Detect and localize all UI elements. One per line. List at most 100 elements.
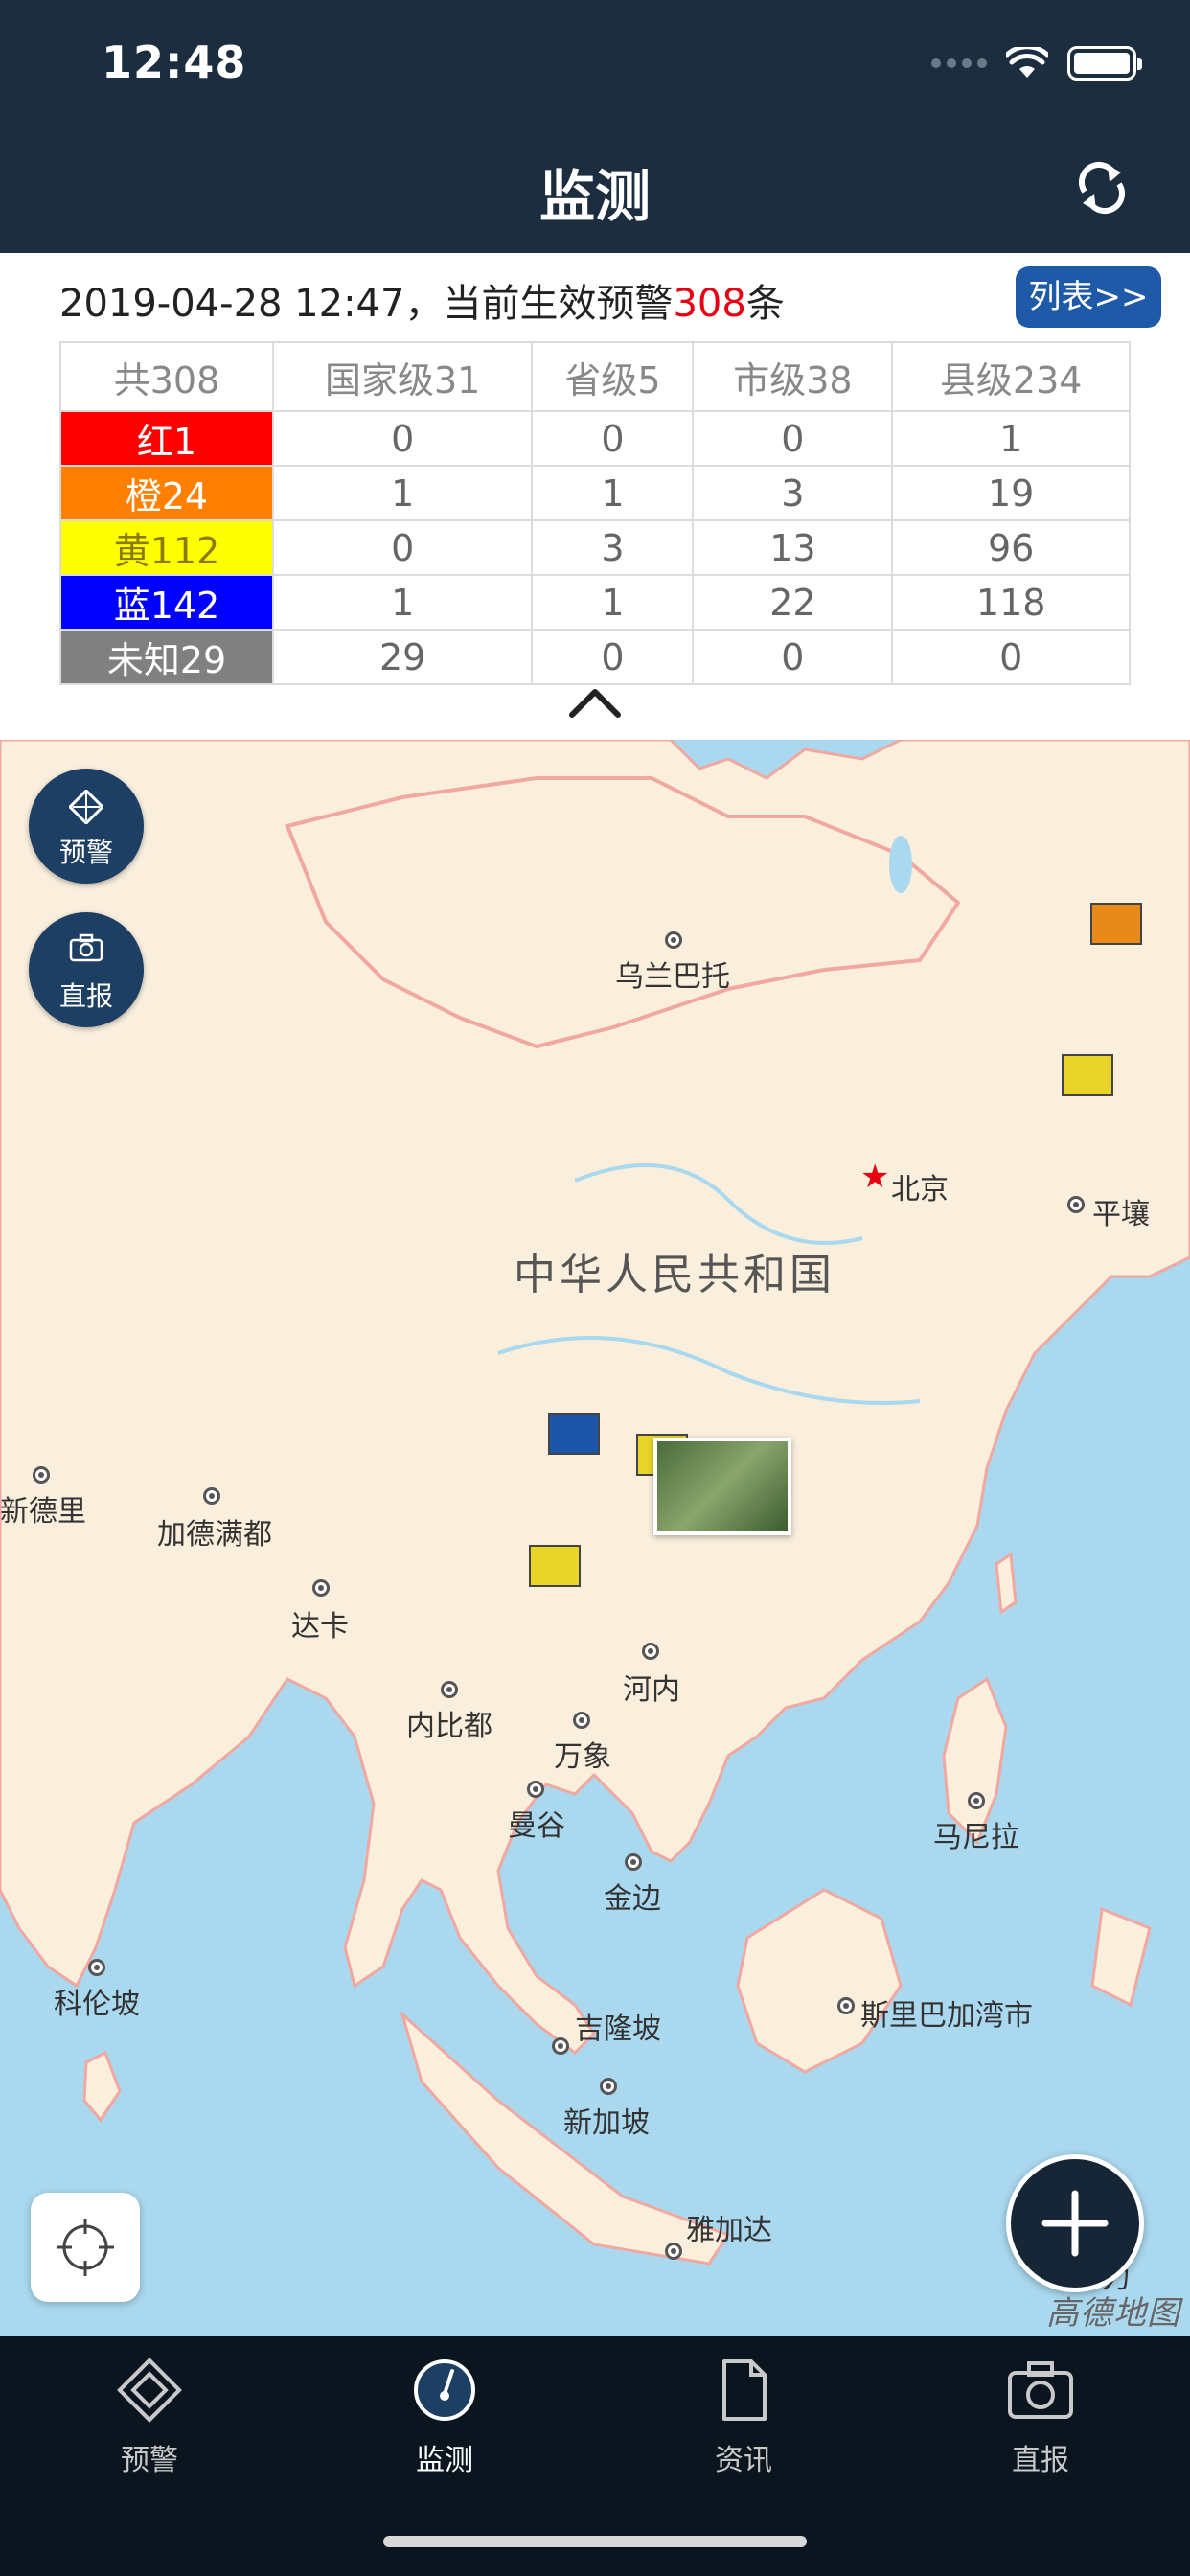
city-marker [527, 1781, 544, 1798]
city-marker [573, 1712, 590, 1729]
table-cell: 3 [531, 519, 695, 576]
table-cell: 0 [271, 410, 534, 467]
table-header: 共308 [59, 341, 274, 412]
summary-suffix: 条 [745, 282, 785, 326]
table-header: 省级5 [531, 341, 695, 412]
cellular-signal-icon [931, 58, 987, 68]
page-title: 监测 [538, 164, 651, 229]
plus-icon [1041, 2190, 1109, 2257]
city-label: 内比都 [406, 1710, 492, 1743]
warning-summary-panel: 2019-04-28 12:47，当前生效预警308条 列表>> 共308 国家… [0, 253, 1190, 740]
table-cell: 22 [692, 574, 894, 631]
status-time: 12:48 [102, 36, 247, 88]
table-header: 县级234 [891, 341, 1131, 412]
tab-news[interactable]: 资讯 [648, 2356, 839, 2478]
yellow-warning-icon[interactable] [1062, 1054, 1113, 1096]
status-indicators [931, 46, 1142, 80]
orange-warning-icon[interactable] [1090, 903, 1142, 945]
amap-logo: 高德地图 [1046, 2294, 1180, 2333]
city-marker [441, 1681, 458, 1698]
city-marker [203, 1487, 220, 1505]
city-label: 加德满都 [157, 1518, 272, 1552]
table-header-row: 共308 国家级31 省级5 市级38 县级234 [59, 341, 1131, 412]
table-cell: 96 [891, 519, 1131, 576]
country-label: 中华人民共和国 [514, 1251, 835, 1300]
camera-icon [69, 933, 103, 962]
collapse-chevron-up-icon[interactable] [566, 684, 624, 721]
city-label: 科伦坡 [54, 1988, 140, 2021]
city-label: 金边 [604, 1882, 661, 1916]
map-view[interactable]: 预警 直报 中华人民共和国 乌兰巴托 ★ 北京 平壤 新德里 加德满都 达卡 内… [0, 740, 1190, 2336]
wifi-icon [1006, 47, 1048, 78]
table-cell: 3 [692, 465, 894, 521]
city-label: 斯里巴加湾市 [860, 1999, 1033, 2033]
table-cell: 0 [271, 519, 534, 576]
tab-label: 直报 [1012, 2444, 1069, 2477]
city-label: 万象 [554, 1740, 611, 1774]
blue-warning-icon[interactable] [548, 1413, 600, 1455]
document-icon [722, 2359, 767, 2421]
tab-live-report[interactable]: 直报 [945, 2356, 1136, 2478]
table-header: 市级38 [692, 341, 894, 412]
crosshair-icon [57, 2219, 114, 2276]
gauge-icon [414, 2359, 475, 2421]
level-red-cell: 红1 [59, 410, 274, 467]
city-label: 新德里 [0, 1495, 86, 1529]
tab-label: 预警 [121, 2444, 178, 2477]
summary-prefix: 2019-04-28 12:47，当前生效预警 [59, 282, 674, 326]
table-cell: 0 [891, 629, 1131, 685]
live-report-layer-label: 直报 [58, 980, 113, 1012]
warning-diamond-icon [117, 2358, 182, 2423]
active-warning-count: 308 [673, 282, 746, 326]
table-row[interactable]: 红1 0 0 0 1 [59, 410, 1131, 467]
warning-layer-button[interactable]: 预警 [29, 769, 144, 884]
table-cell: 1 [531, 465, 695, 521]
table-cell: 29 [271, 629, 534, 685]
table-cell: 19 [891, 465, 1131, 521]
city-marker [642, 1643, 659, 1660]
city-marker [33, 1466, 50, 1484]
warning-diamond-icon [69, 790, 103, 824]
level-blue-cell: 蓝142 [59, 574, 274, 631]
yellow-warning-icon[interactable] [529, 1545, 581, 1587]
city-marker [665, 2242, 682, 2260]
locate-me-button[interactable] [31, 2193, 140, 2302]
city-marker [968, 1792, 985, 1809]
table-cell: 0 [531, 410, 695, 467]
table-cell: 1 [271, 465, 534, 521]
city-label: 乌兰巴托 [615, 960, 730, 994]
summary-text: 2019-04-28 12:47，当前生效预警308条 [59, 272, 785, 328]
live-report-layer-button[interactable]: 直报 [29, 912, 144, 1027]
city-label: 雅加达 [686, 2214, 772, 2247]
city-label: 新加坡 [563, 2106, 650, 2140]
table-row[interactable]: 橙24 1 1 3 19 [59, 465, 1131, 521]
refresh-icon[interactable] [1073, 159, 1131, 217]
warning-layer-label: 预警 [58, 837, 113, 868]
city-marker [665, 932, 682, 949]
tab-warning[interactable]: 预警 [54, 2356, 245, 2478]
table-row[interactable]: 黄112 0 3 13 96 [59, 519, 1131, 576]
home-indicator[interactable] [383, 2536, 807, 2547]
city-marker [600, 2078, 617, 2095]
list-button[interactable]: 列表>> [1016, 266, 1161, 328]
add-report-button[interactable] [1006, 2154, 1144, 2292]
table-row[interactable]: 未知29 29 0 0 0 [59, 629, 1131, 685]
table-cell: 1 [271, 574, 534, 631]
city-marker [552, 2037, 569, 2055]
city-label: 曼谷 [508, 1809, 565, 1843]
level-orange-cell: 橙24 [59, 465, 274, 521]
level-unknown-cell: 未知29 [59, 629, 274, 685]
table-cell: 118 [891, 574, 1131, 631]
city-label: 河内 [623, 1673, 680, 1707]
table-cell: 0 [692, 410, 894, 467]
table-cell: 13 [692, 519, 894, 576]
city-label: 平壤 [1092, 1198, 1150, 1231]
table-header: 国家级31 [271, 341, 534, 412]
city-label: 达卡 [291, 1610, 349, 1644]
city-label: 吉隆坡 [575, 2012, 661, 2046]
city-marker [88, 1959, 105, 1976]
table-row[interactable]: 蓝142 1 1 22 118 [59, 574, 1131, 631]
tab-monitor[interactable]: 监测 [349, 2356, 540, 2478]
city-label: 马尼拉 [933, 1821, 1019, 1854]
live-report-photo-thumbnail[interactable] [653, 1438, 791, 1535]
